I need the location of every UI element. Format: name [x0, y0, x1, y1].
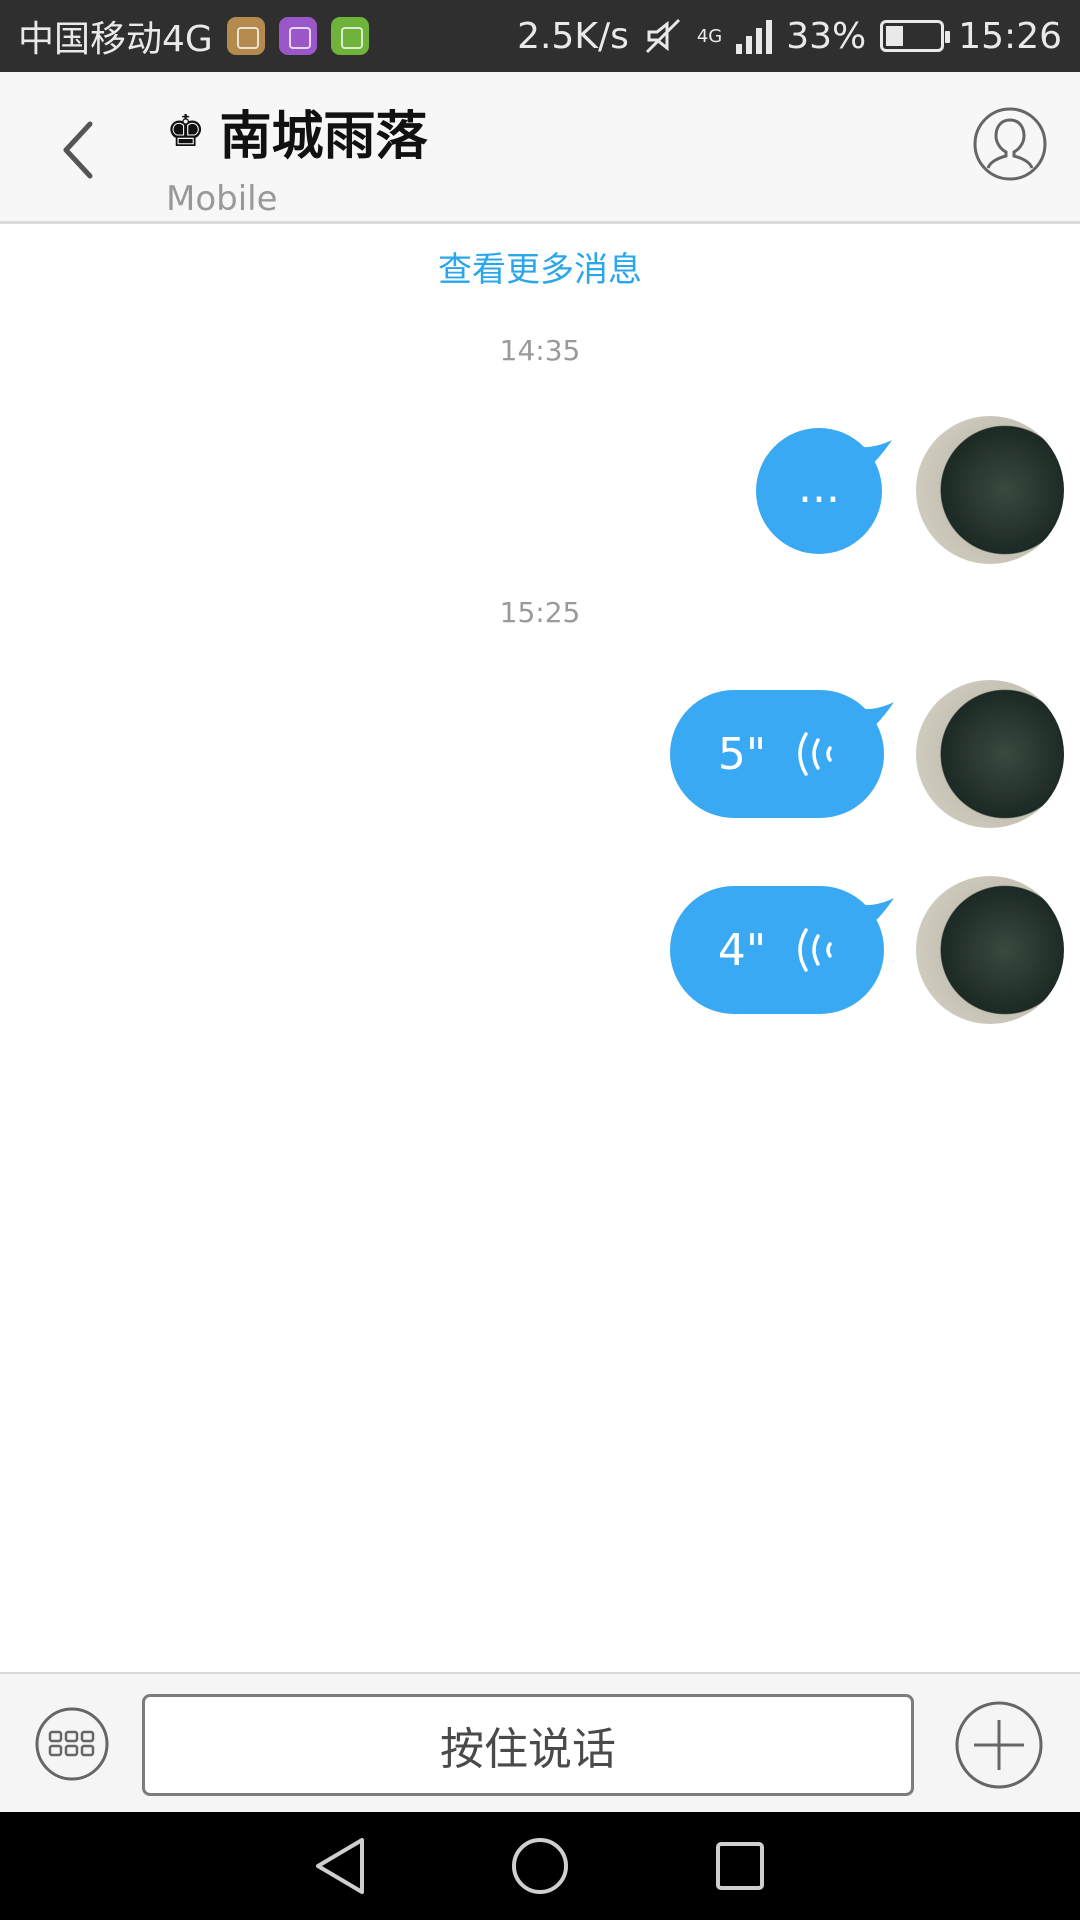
circle-home-icon — [512, 1838, 568, 1894]
plus-icon[interactable] — [954, 1700, 1044, 1790]
avatar[interactable] — [916, 416, 1064, 564]
load-more-link[interactable]: 查看更多消息 — [0, 242, 1080, 291]
network-speed: 2.5K/s — [517, 15, 629, 57]
square-recents-icon — [716, 1842, 764, 1890]
network-type: 4G — [696, 25, 723, 47]
profile-icon[interactable] — [972, 106, 1048, 182]
gallery-notification-icon — [278, 17, 317, 55]
back-button[interactable] — [48, 110, 108, 190]
status-bar: 中国移动4G 2.5K/s 4G 33% 15:26 — [0, 0, 1080, 72]
chat-screen: 中国移动4G 2.5K/s 4G 33% 15:26 ♚ 南城雨落 Mobile… — [0, 0, 1080, 1920]
battery-percent: 33% — [786, 15, 867, 57]
mute-icon — [645, 18, 680, 54]
voice-wave-icon — [798, 928, 832, 972]
app-notification-icon — [226, 17, 265, 55]
crown-icon: ♚ — [166, 105, 206, 157]
avatar[interactable] — [916, 876, 1064, 1024]
system-nav-bar — [0, 1812, 1080, 1920]
nav-recents-button[interactable] — [700, 1826, 780, 1906]
chat-header: ♚ 南城雨落 Mobile — [0, 72, 1080, 224]
nav-home-button[interactable] — [500, 1826, 580, 1906]
online-status: Mobile — [166, 179, 278, 219]
status-left: 中国移动4G — [18, 10, 369, 62]
chevron-left-icon — [63, 121, 93, 179]
message-bubble-text[interactable]: ... — [756, 428, 892, 554]
message-text: ... — [798, 461, 840, 513]
keyboard-icon[interactable] — [34, 1706, 110, 1782]
status-right: 2.5K/s 4G 33% 15:26 — [517, 16, 1062, 57]
title-row: ♚ 南城雨落 — [166, 94, 427, 169]
signal-icon — [736, 18, 773, 54]
input-bar: 按住说话 — [0, 1672, 1080, 1812]
voice-duration: 4" — [717, 924, 767, 976]
battery-fill — [886, 26, 904, 46]
voice-message-bubble[interactable]: 4" — [670, 886, 894, 1014]
contact-name: 南城雨落 — [219, 107, 428, 167]
voice-message-bubble[interactable]: 5" — [670, 690, 894, 818]
battery-icon — [880, 20, 951, 52]
data-transfer-icon — [330, 17, 369, 55]
nav-back-button[interactable] — [300, 1826, 380, 1906]
carrier-label: 中国移动4G — [18, 19, 213, 60]
triangle-back-icon — [316, 1838, 364, 1894]
bubble-tail — [854, 898, 894, 928]
bubble-tail — [852, 440, 892, 470]
title-block: ♚ 南城雨落 Mobile — [166, 94, 427, 219]
avatar[interactable] — [916, 680, 1064, 828]
bubble-tail — [854, 702, 894, 732]
timestamp: 14:35 — [499, 334, 581, 367]
voice-duration: 5" — [717, 728, 767, 780]
timestamp: 15:25 — [499, 596, 581, 629]
status-time: 15:26 — [958, 15, 1062, 57]
hold-to-talk-button[interactable]: 按住说话 — [142, 1694, 914, 1796]
voice-wave-icon — [798, 732, 832, 776]
